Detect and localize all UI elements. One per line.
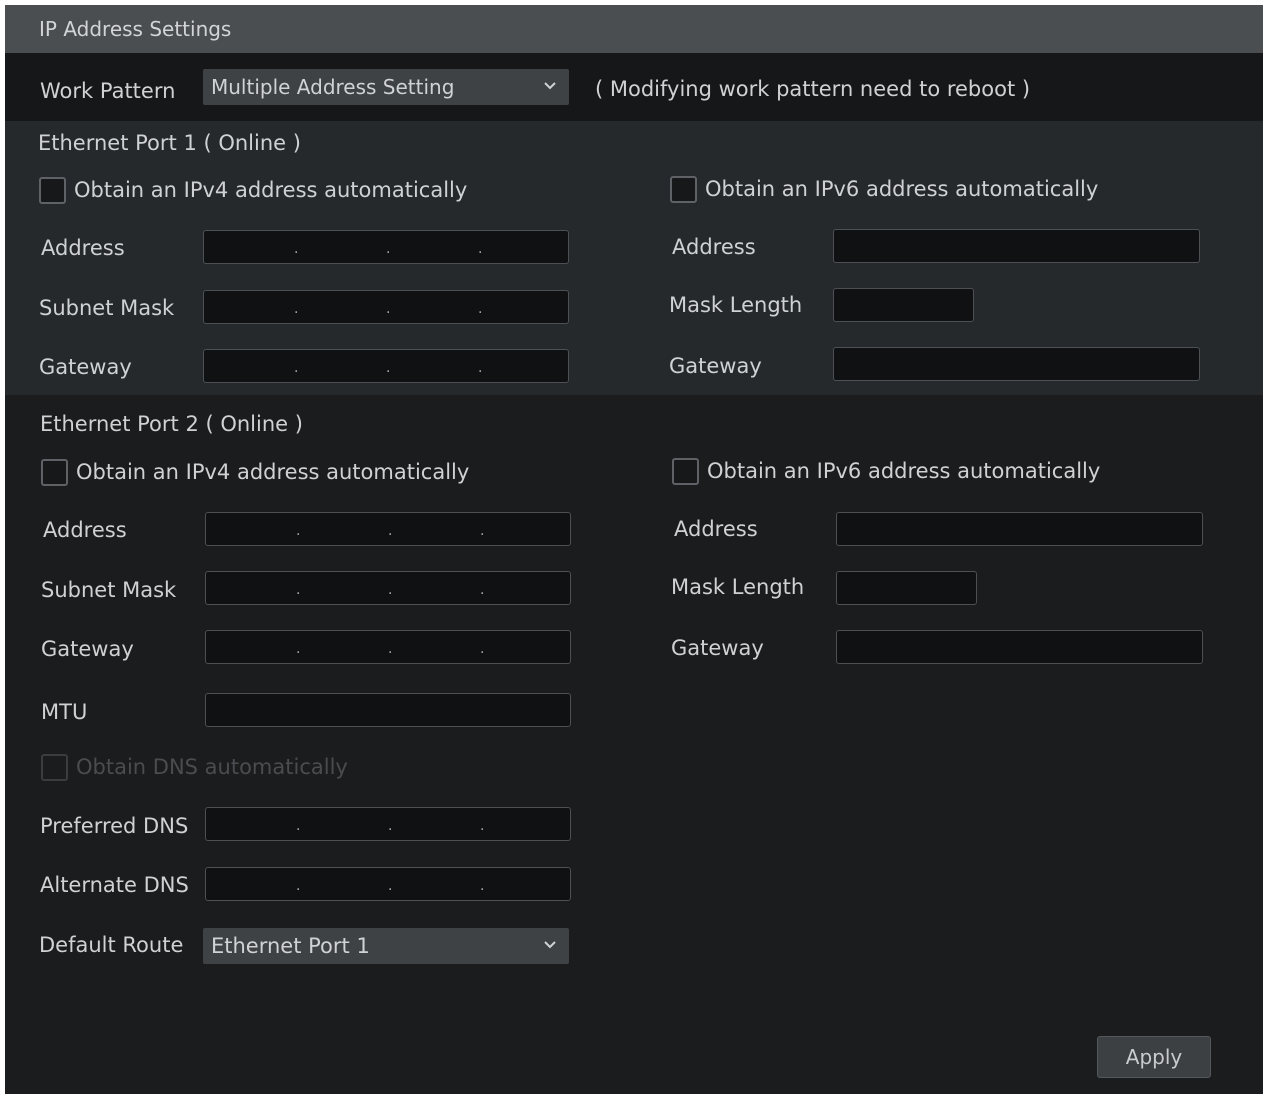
port2-mask-length-label: Mask Length [671,575,805,599]
work-pattern-bar: Work Pattern Multiple Address Setting ( … [5,53,1263,121]
window-title: IP Address Settings [5,5,1263,53]
port2-v6-gateway-input[interactable] [836,630,1203,664]
port2-ipv6-auto-label: Obtain an IPv6 address automatically [707,459,1101,483]
port1-gateway-input[interactable]: ... [203,349,569,383]
port1-v6-address-label: Address [672,235,756,259]
port2-ipv4-auto-label: Obtain an IPv4 address automatically [76,460,470,484]
port1-ipv4-auto-label: Obtain an IPv4 address automatically [74,178,468,202]
port2-gateway-input[interactable]: ... [205,630,571,664]
port2-ipv4-auto-checkbox[interactable] [41,459,68,486]
default-route-value: Ethernet Port 1 [211,934,370,958]
port2-dns-auto-checkbox[interactable] [41,754,68,781]
port2-address-label: Address [43,518,127,542]
port2-dns-auto-label: Obtain DNS automatically [76,755,348,779]
port1-v6-address-input[interactable] [833,229,1200,263]
port2-gateway-label: Gateway [41,637,134,661]
port2-subnet-label: Subnet Mask [41,578,177,602]
port2-preferred-dns-input[interactable]: ... [205,807,571,841]
port1-address-input[interactable]: ... [203,230,569,264]
port2-mtu-input[interactable] [205,693,571,727]
work-pattern-label: Work Pattern [40,79,176,103]
port1-ipv4-auto-checkbox[interactable] [39,177,66,204]
port1-mask-length-label: Mask Length [669,293,803,317]
port1-ipv6-auto-label: Obtain an IPv6 address automatically [705,177,1099,201]
work-pattern-value: Multiple Address Setting [211,75,455,99]
port2-alternate-dns-label: Alternate DNS [40,873,189,897]
port1-subnet-label: Subnet Mask [39,296,175,320]
port1-subnet-input[interactable]: ... [203,290,569,324]
port2-default-route-label: Default Route [39,933,184,957]
ip-address-settings-window: IP Address Settings Work Pattern Multipl… [5,5,1263,1094]
chevron-down-icon [544,941,556,949]
port1-header: Ethernet Port 1 ( Online ) [38,131,301,155]
port2-preferred-dns-label: Preferred DNS [40,814,189,838]
work-pattern-note: ( Modifying work pattern need to reboot … [595,77,1031,101]
port1-address-label: Address [41,236,125,260]
port1-v6-gateway-label: Gateway [669,354,762,378]
port2-v6-address-input[interactable] [836,512,1203,546]
port2-alternate-dns-input[interactable]: ... [205,867,571,901]
port2-mask-length-input[interactable] [836,571,977,605]
apply-button[interactable]: Apply [1097,1036,1211,1078]
port2-mtu-label: MTU [41,700,88,724]
port2-v6-address-label: Address [674,517,758,541]
port2-v6-gateway-label: Gateway [671,636,764,660]
port2-ipv6-auto-checkbox[interactable] [672,458,699,485]
port1-gateway-label: Gateway [39,355,132,379]
port1-v6-gateway-input[interactable] [833,347,1200,381]
port2-address-input[interactable]: ... [205,512,571,546]
port1-ipv6-auto-checkbox[interactable] [670,176,697,203]
port2-header: Ethernet Port 2 ( Online ) [40,412,303,436]
work-pattern-select[interactable]: Multiple Address Setting [203,69,569,105]
port2-subnet-input[interactable]: ... [205,571,571,605]
default-route-select[interactable]: Ethernet Port 1 [203,928,569,964]
chevron-down-icon [544,82,556,90]
port1-mask-length-input[interactable] [833,288,974,322]
